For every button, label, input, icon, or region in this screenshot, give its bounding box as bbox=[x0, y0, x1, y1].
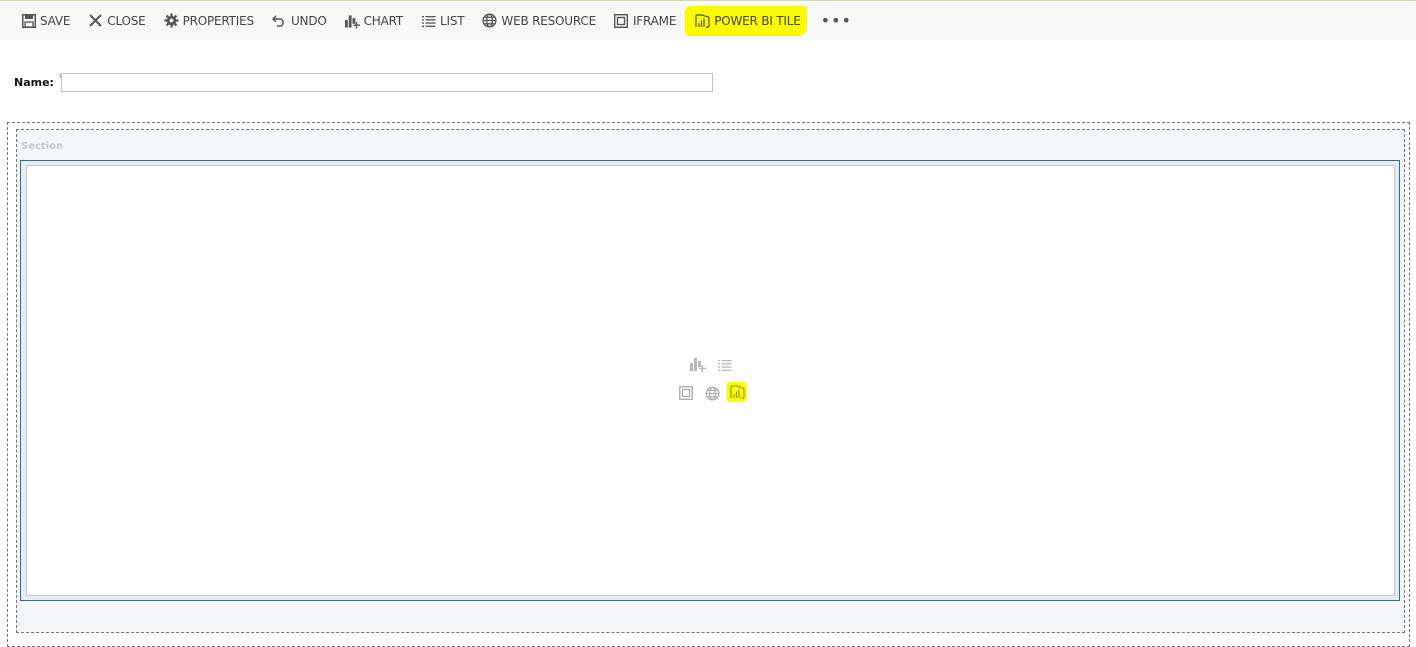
undo-icon bbox=[272, 13, 287, 28]
empty-cell-content[interactable] bbox=[26, 165, 1395, 596]
undo-button[interactable]: UNDO bbox=[272, 8, 327, 34]
iframe-icon bbox=[614, 13, 629, 28]
close-button[interactable]: CLOSE bbox=[88, 8, 146, 34]
chart-button[interactable]: CHART bbox=[344, 8, 404, 34]
list-label: LIST bbox=[440, 13, 465, 28]
power-bi-icon[interactable] bbox=[727, 382, 747, 402]
globe-icon[interactable] bbox=[704, 385, 720, 401]
globe-icon bbox=[482, 13, 497, 28]
gear-icon bbox=[164, 13, 179, 28]
iframe-icon[interactable] bbox=[678, 385, 694, 401]
save-icon bbox=[21, 13, 36, 28]
iframe-button[interactable]: IFRAME bbox=[614, 8, 676, 34]
list-icon bbox=[421, 13, 436, 28]
properties-button[interactable]: PROPERTIES bbox=[164, 8, 254, 34]
save-button[interactable]: SAVE bbox=[21, 8, 70, 34]
name-label: Name: bbox=[14, 75, 54, 89]
chart-add-icon bbox=[344, 13, 360, 28]
name-field-row: Name: * bbox=[14, 71, 65, 92]
undo-label: UNDO bbox=[290, 13, 327, 28]
more-options-button[interactable]: ••• bbox=[821, 11, 852, 30]
list-button[interactable]: LIST bbox=[421, 8, 465, 34]
power-bi-tile-label: POWER BI TILE bbox=[714, 13, 801, 28]
power-bi-tile-button[interactable]: POWER BI TILE bbox=[685, 5, 807, 36]
name-input[interactable] bbox=[61, 73, 713, 92]
web-resource-button[interactable]: WEB RESOURCE bbox=[482, 8, 596, 34]
close-icon bbox=[88, 13, 103, 28]
power-bi-icon bbox=[695, 13, 710, 28]
close-label: CLOSE bbox=[107, 13, 146, 28]
chart-label: CHART bbox=[363, 13, 404, 28]
iframe-label: IFRAME bbox=[632, 13, 677, 28]
chart-add-icon[interactable] bbox=[690, 356, 706, 372]
section-label: Section bbox=[21, 141, 64, 152]
properties-label: PROPERTIES bbox=[182, 13, 255, 28]
save-label: SAVE bbox=[40, 13, 71, 28]
command-bar: SAVE CLOSE PROPERTIES UNDO CHART LIST WE… bbox=[0, 0, 1416, 40]
list-icon[interactable] bbox=[717, 357, 733, 373]
web-resource-label: WEB RESOURCE bbox=[501, 13, 596, 28]
